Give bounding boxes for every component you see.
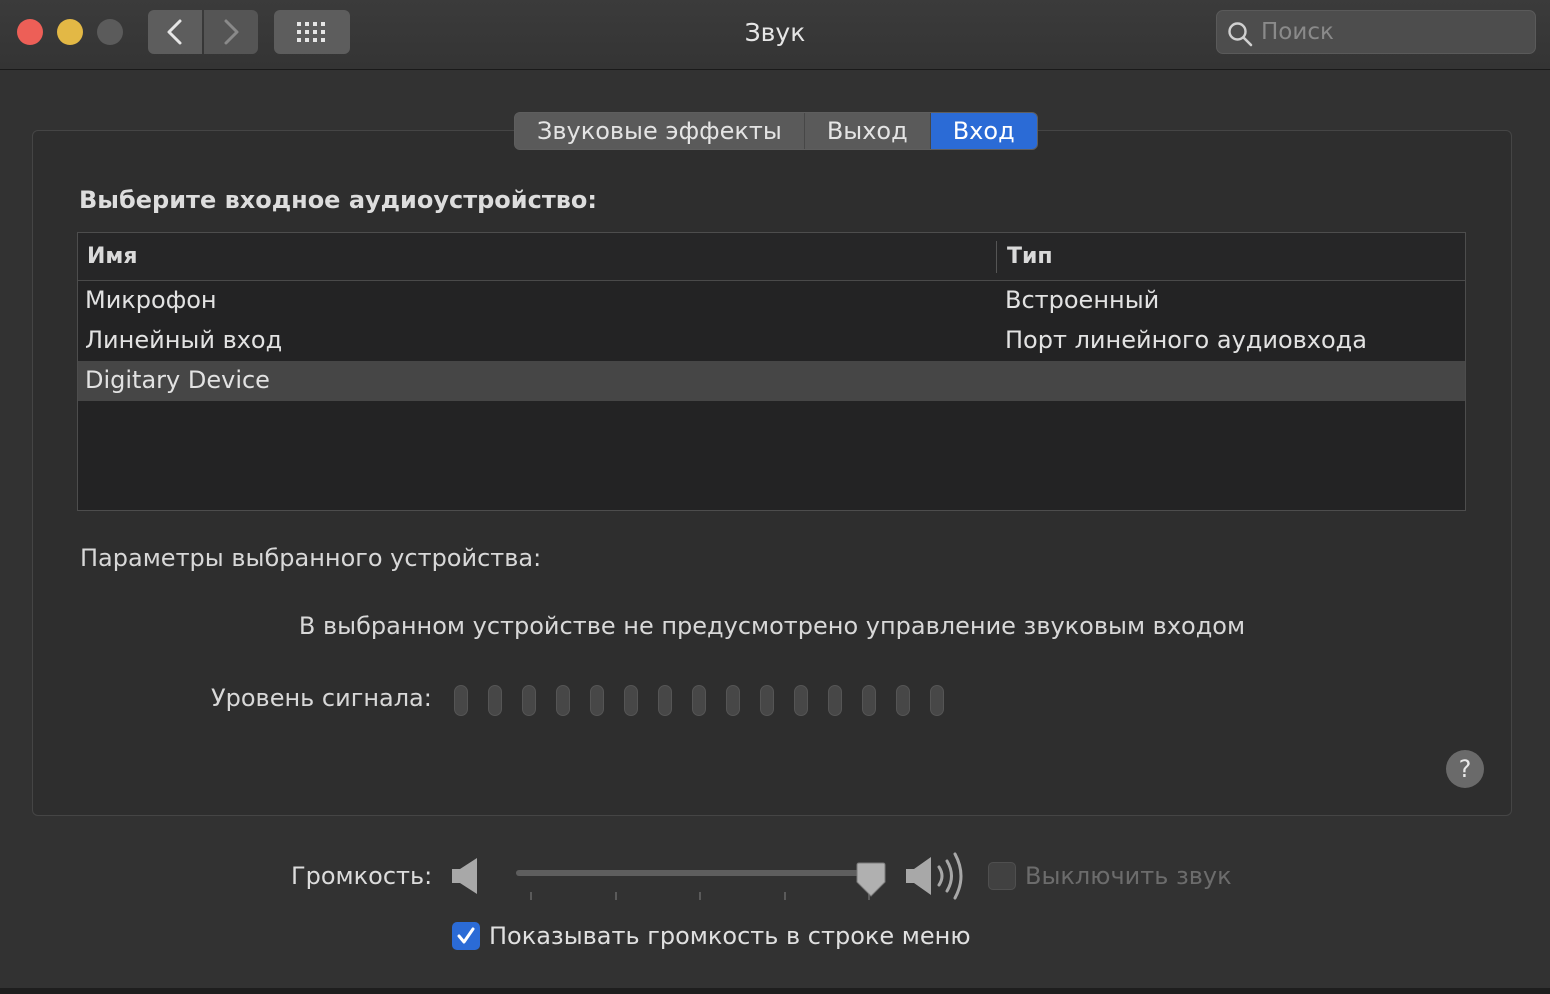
no-input-control-message: В выбранном устройстве не предусмотрено … xyxy=(298,612,1246,640)
level-segment xyxy=(624,685,638,716)
level-segment xyxy=(522,685,536,716)
device-name: Микрофон xyxy=(85,286,217,314)
device-settings-label: Параметры выбранного устройства: xyxy=(80,544,542,572)
search-icon xyxy=(1228,22,1253,47)
volume-slider[interactable] xyxy=(516,862,886,902)
volume-label: Громкость: xyxy=(291,862,433,890)
slider-knob[interactable] xyxy=(854,862,888,898)
column-header-type[interactable]: Тип xyxy=(1007,244,1053,269)
speaker-high-icon xyxy=(906,852,963,900)
level-segment xyxy=(692,685,706,716)
mute-checkbox[interactable] xyxy=(988,862,1016,890)
toolbar: Звук xyxy=(0,0,1550,70)
table-row-selected[interactable]: Digitary Device xyxy=(78,361,1465,401)
slider-tick xyxy=(615,892,617,900)
column-divider xyxy=(996,241,997,273)
search-input[interactable] xyxy=(1261,15,1527,49)
device-type: Встроенный xyxy=(1005,286,1160,314)
level-segment xyxy=(590,685,604,716)
device-table: Имя Тип Микрофон Встроенный Линейный вхо… xyxy=(77,232,1466,511)
tab-bar: Звуковые эффекты Выход Вход xyxy=(514,112,1038,150)
level-segment xyxy=(794,685,808,716)
device-name: Линейный вход xyxy=(85,326,283,354)
level-segment xyxy=(488,685,502,716)
device-list-heading: Выберите входное аудиоустройство: xyxy=(79,186,598,214)
speaker-low-icon xyxy=(452,858,477,894)
show-volume-in-menu-checkbox[interactable] xyxy=(452,922,480,950)
tab-input[interactable]: Вход xyxy=(930,113,1037,149)
input-level-meter xyxy=(454,685,944,716)
slider-tick xyxy=(530,892,532,900)
search-field[interactable] xyxy=(1216,10,1536,54)
slider-tick xyxy=(784,892,786,900)
device-type: Порт линейного аудиовхода xyxy=(1005,326,1367,354)
device-name: Digitary Device xyxy=(85,366,270,394)
level-segment xyxy=(896,685,910,716)
checkmark-icon xyxy=(457,927,475,944)
level-segment xyxy=(658,685,672,716)
slider-tick xyxy=(699,892,701,900)
table-row[interactable]: Линейный вход Порт линейного аудиовхода xyxy=(78,321,1465,361)
level-segment xyxy=(760,685,774,716)
level-segment xyxy=(454,685,468,716)
show-volume-in-menu-label[interactable]: Показывать громкость в строке меню xyxy=(489,922,971,950)
mute-label[interactable]: Выключить звук xyxy=(1025,862,1232,890)
input-level-label: Уровень сигнала: xyxy=(211,684,432,712)
help-button[interactable]: ? xyxy=(1446,750,1484,788)
tab-sound-effects[interactable]: Звуковые эффекты xyxy=(515,113,805,149)
window-bottom-edge xyxy=(0,988,1550,994)
level-segment xyxy=(726,685,740,716)
tab-output[interactable]: Выход xyxy=(804,113,931,149)
level-segment xyxy=(862,685,876,716)
table-header: Имя Тип xyxy=(78,233,1465,281)
level-segment xyxy=(930,685,944,716)
level-segment xyxy=(828,685,842,716)
table-row[interactable]: Микрофон Встроенный xyxy=(78,281,1465,321)
slider-fill xyxy=(516,870,871,876)
column-header-name[interactable]: Имя xyxy=(87,244,138,269)
level-segment xyxy=(556,685,570,716)
